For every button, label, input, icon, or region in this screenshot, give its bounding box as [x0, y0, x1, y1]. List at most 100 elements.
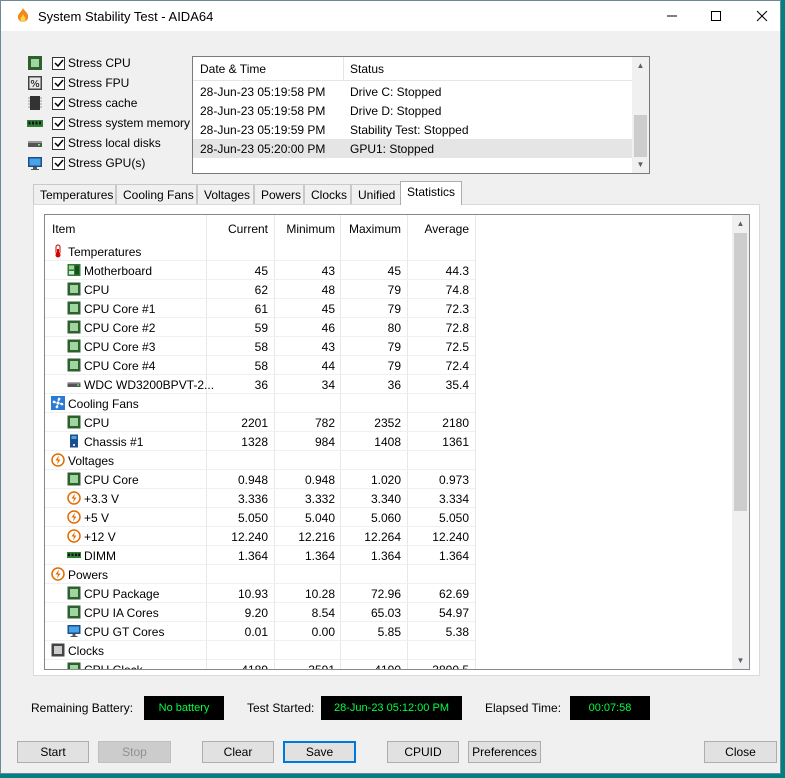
- statistics-row[interactable]: CPU Core 0.948 0.948 1.020 0.973: [45, 470, 475, 489]
- statistics-row[interactable]: +5 V 5.050 5.040 5.060 5.050: [45, 508, 475, 527]
- tab-unified[interactable]: Unified: [351, 184, 401, 205]
- statistics-scroll-thumb[interactable]: [734, 233, 747, 511]
- statistics-row[interactable]: CPU Core #3 58 43 79 72.5: [45, 337, 475, 356]
- stop-button[interactable]: Stop: [98, 741, 171, 763]
- cpu-chip-icon: [67, 415, 81, 429]
- statistics-group-row[interactable]: Cooling Fans: [45, 394, 475, 413]
- column-divider[interactable]: [475, 215, 476, 669]
- statistics-group-row[interactable]: Powers: [45, 565, 475, 584]
- stress-memory-checkbox[interactable]: [52, 116, 65, 130]
- statistics-row[interactable]: CPU GT Cores 0.01 0.00 5.85 5.38: [45, 622, 475, 641]
- statistics-row[interactable]: CPU Core #2 59 46 80 72.8: [45, 318, 475, 337]
- save-button[interactable]: Save: [283, 741, 356, 763]
- fan-icon: [51, 396, 65, 410]
- statistics-row[interactable]: CPU Core #1 61 45 79 72.3: [45, 299, 475, 318]
- statistics-group-row[interactable]: Voltages: [45, 451, 475, 470]
- start-button[interactable]: Start: [17, 741, 89, 763]
- window-close-button[interactable]: [739, 1, 785, 31]
- stress-cache-checkbox[interactable]: [52, 96, 65, 110]
- test-started-value: 28-Jun-23 05:12:00 PM: [321, 696, 462, 720]
- statistics-row[interactable]: WDC WD3200BPVT-2... 36 34 36 35.4: [45, 375, 475, 394]
- cell-current: 59: [254, 321, 268, 335]
- tab-powers[interactable]: Powers: [254, 184, 304, 205]
- log-row[interactable]: 28-Jun-23 05:19:59 PM Stability Test: St…: [193, 120, 632, 139]
- cell-current: 36: [254, 378, 268, 392]
- clear-button[interactable]: Clear: [202, 741, 274, 763]
- cpu-chip-icon: [67, 282, 81, 296]
- stress-cpu-checkbox[interactable]: [52, 56, 65, 70]
- statistics-row[interactable]: CPU Core #4 58 44 79 72.4: [45, 356, 475, 375]
- log-row[interactable]: 28-Jun-23 05:19:58 PM Drive D: Stopped: [193, 101, 632, 120]
- stress-gpu-checkbox[interactable]: [52, 156, 65, 170]
- stress-disks-option[interactable]: Stress local disks: [27, 133, 197, 153]
- column-current[interactable]: Current: [206, 222, 268, 236]
- statistics-grid[interactable]: Item Current Minimum Maximum Average Tem…: [44, 214, 750, 670]
- log-row-selected[interactable]: 28-Jun-23 05:20:00 PM GPU1: Stopped: [193, 139, 632, 158]
- scroll-down-icon[interactable]: ▼: [632, 156, 649, 173]
- preferences-button[interactable]: Preferences: [468, 741, 541, 763]
- cell-average: 72.5: [445, 340, 469, 354]
- cell-minimum: 43: [321, 340, 335, 354]
- statistics-row[interactable]: DIMM 1.364 1.364 1.364 1.364: [45, 546, 475, 565]
- checkmark-icon: [53, 119, 64, 128]
- log-scrollbar[interactable]: ▲ ▼: [632, 57, 649, 173]
- stress-gpu-option[interactable]: Stress GPU(s): [27, 153, 197, 173]
- statistics-row[interactable]: CPU IA Cores 9.20 8.54 65.03 54.97: [45, 603, 475, 622]
- statistics-panel: Item Current Minimum Maximum Average Tem…: [33, 204, 760, 676]
- statistics-row[interactable]: CPU 2201 782 2352 2180: [45, 413, 475, 432]
- statistics-row[interactable]: CPU 62 48 79 74.8: [45, 280, 475, 299]
- cell-minimum: 984: [314, 435, 335, 449]
- statistics-row[interactable]: Motherboard 45 43 45 44.3: [45, 261, 475, 280]
- cell-current: 4189: [241, 663, 268, 670]
- group-label: Cooling Fans: [68, 397, 139, 411]
- statistics-row[interactable]: CPU Clock 4189 3591 4190 3800.5: [45, 660, 475, 670]
- cell-minimum: 782: [314, 416, 335, 430]
- stress-cpu-option[interactable]: Stress CPU: [27, 53, 197, 73]
- cpu-chip-icon: [28, 56, 42, 70]
- column-average[interactable]: Average: [408, 222, 469, 236]
- tab-temperatures[interactable]: Temperatures: [33, 184, 116, 205]
- cell-minimum: 48: [321, 283, 335, 297]
- checkmark-icon: [53, 159, 64, 168]
- stress-fpu-option[interactable]: % Stress FPU: [27, 73, 197, 93]
- scroll-down-icon[interactable]: ▼: [732, 652, 749, 669]
- log-time: 28-Jun-23 05:20:00 PM: [200, 142, 326, 156]
- log-row[interactable]: 28-Jun-23 05:19:58 PM Drive C: Stopped: [193, 82, 632, 101]
- statistics-scrollbar[interactable]: ▲ ▼: [732, 215, 749, 669]
- statistics-row[interactable]: +3.3 V 3.336 3.332 3.340 3.334: [45, 489, 475, 508]
- scroll-up-icon[interactable]: ▲: [632, 57, 649, 74]
- scroll-up-icon[interactable]: ▲: [732, 215, 749, 232]
- column-minimum[interactable]: Minimum: [275, 222, 335, 236]
- statistics-row[interactable]: Chassis #1 1328 984 1408 1361: [45, 432, 475, 451]
- stress-cache-option[interactable]: Stress cache: [27, 93, 197, 113]
- log-column-status[interactable]: Status: [350, 62, 384, 76]
- stress-disks-checkbox[interactable]: [52, 136, 65, 150]
- cell-maximum: 80: [387, 321, 401, 335]
- log-scroll-thumb[interactable]: [634, 115, 647, 157]
- title-bar[interactable]: System Stability Test - AIDA64: [1, 1, 780, 31]
- cell-minimum: 44: [321, 359, 335, 373]
- tab-voltages[interactable]: Voltages: [197, 184, 254, 205]
- log-column-divider[interactable]: [343, 57, 344, 81]
- item-label: WDC WD3200BPVT-2...: [84, 378, 215, 392]
- column-maximum[interactable]: Maximum: [341, 222, 401, 236]
- tab-statistics[interactable]: Statistics: [400, 181, 462, 205]
- stress-fpu-checkbox[interactable]: [52, 76, 65, 90]
- statistics-group-row[interactable]: Temperatures: [45, 242, 475, 261]
- statistics-row[interactable]: +12 V 12.240 12.216 12.264 12.240: [45, 527, 475, 546]
- statistics-row[interactable]: CPU Package 10.93 10.28 72.96 62.69: [45, 584, 475, 603]
- cell-maximum: 12.264: [364, 530, 401, 544]
- close-button[interactable]: Close: [704, 741, 777, 763]
- log-column-datetime[interactable]: Date & Time: [200, 62, 266, 76]
- tab-cooling-fans[interactable]: Cooling Fans: [116, 184, 197, 205]
- minimize-button[interactable]: [649, 1, 695, 31]
- tab-clocks[interactable]: Clocks: [304, 184, 351, 205]
- log-status: Drive C: Stopped: [350, 85, 442, 99]
- stress-memory-option[interactable]: Stress system memory: [27, 113, 197, 133]
- cpuid-button[interactable]: CPUID: [387, 741, 459, 763]
- maximize-button[interactable]: [693, 1, 739, 31]
- event-log-list[interactable]: Date & Time Status 28-Jun-23 05:19:58 PM…: [192, 56, 650, 174]
- column-item[interactable]: Item: [52, 222, 75, 236]
- motherboard-icon: [67, 263, 81, 277]
- statistics-group-row[interactable]: Clocks: [45, 641, 475, 660]
